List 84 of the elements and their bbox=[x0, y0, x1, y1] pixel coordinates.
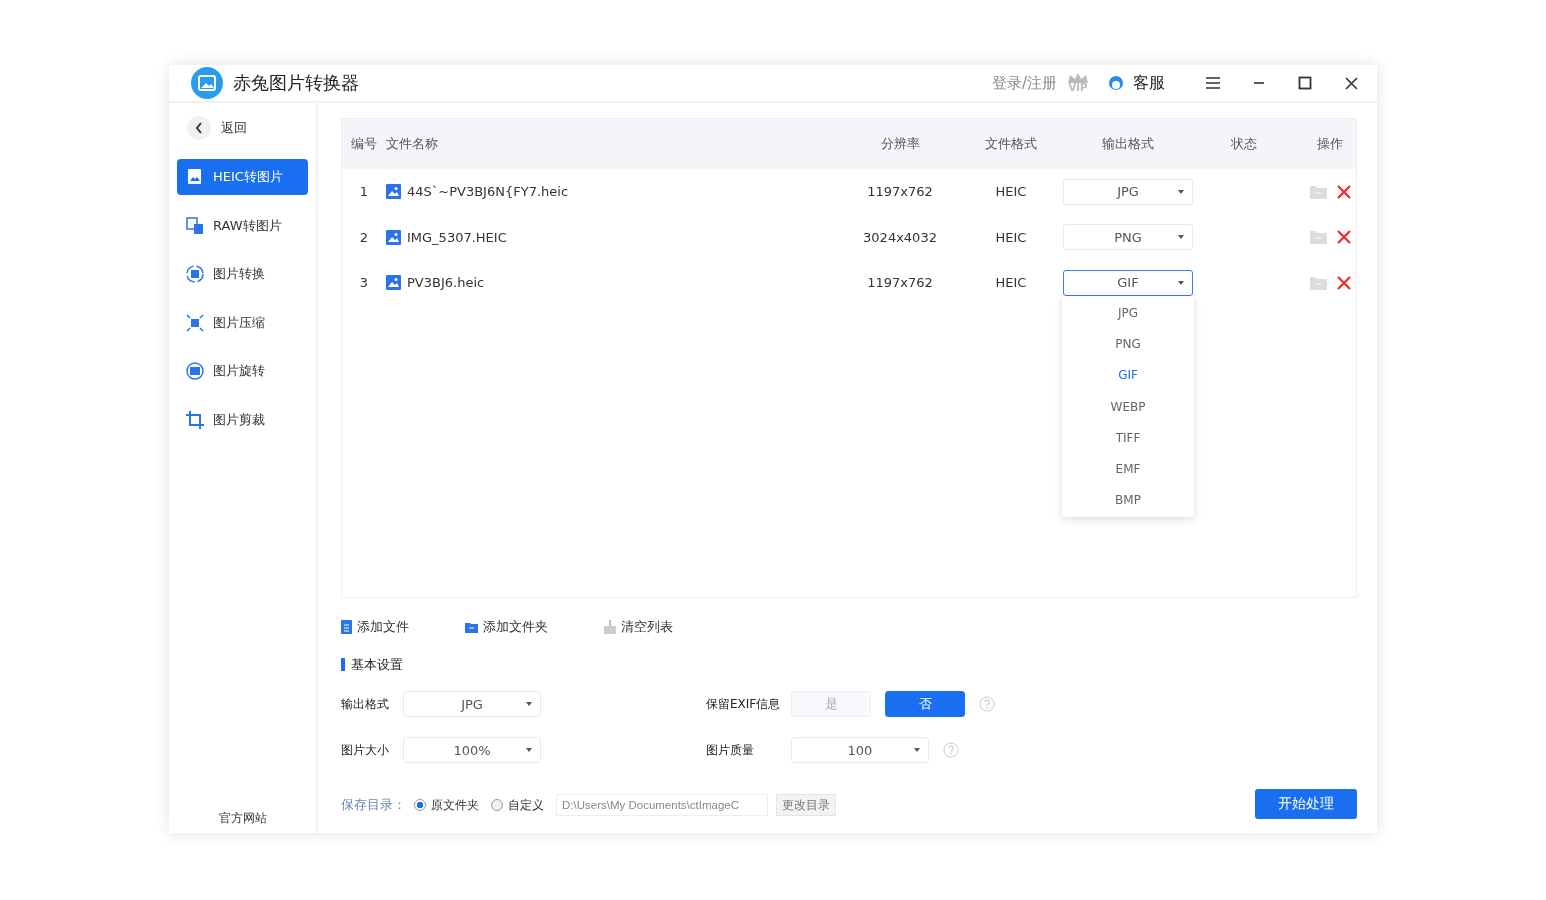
dropdown-option[interactable]: BMP bbox=[1062, 484, 1194, 517]
close-icon bbox=[1344, 76, 1358, 90]
sidebar-item[interactable]: HEIC转图片 bbox=[177, 159, 308, 195]
menu-icon bbox=[1205, 76, 1221, 90]
delete-icon[interactable] bbox=[1336, 230, 1351, 245]
sidebar-item[interactable]: 图片剪裁 bbox=[177, 401, 308, 438]
dropdown-option[interactable]: JPG bbox=[1062, 297, 1194, 329]
back-button[interactable]: 返回 bbox=[177, 115, 308, 141]
image-icon bbox=[386, 184, 401, 200]
caret-icon bbox=[914, 748, 920, 752]
chevron-left-icon bbox=[195, 122, 203, 134]
caret-icon bbox=[1178, 280, 1184, 285]
image-quality-select[interactable]: 100 bbox=[791, 737, 929, 763]
field-label: 图片大小 bbox=[341, 741, 390, 759]
image-size-select[interactable]: 100% bbox=[403, 737, 541, 763]
save-directory-label: 保存目录： bbox=[341, 796, 406, 814]
sidebar-item[interactable]: RAW转图片 bbox=[177, 207, 308, 244]
table-cell: HEIC bbox=[995, 184, 1027, 200]
field-label: 输出格式 bbox=[341, 695, 390, 713]
output-format-dropdown[interactable]: GIF bbox=[1063, 269, 1193, 296]
column-header: 操作 bbox=[1317, 135, 1343, 153]
caret-icon bbox=[1178, 189, 1184, 194]
column-header: 编号 bbox=[351, 135, 377, 153]
table-cell: HEIC bbox=[995, 229, 1027, 245]
menu-item-icon bbox=[185, 215, 205, 236]
table-cell: 2 bbox=[359, 229, 369, 245]
dropdown-option[interactable]: PNG bbox=[1062, 328, 1194, 360]
caret-icon bbox=[526, 748, 532, 752]
output-format-dropdown[interactable]: PNG bbox=[1063, 224, 1193, 251]
column-header: 分辨率 bbox=[880, 135, 920, 153]
column-header: 状态 bbox=[1231, 135, 1257, 153]
output-format-select[interactable]: JPG bbox=[403, 691, 541, 717]
caret-icon bbox=[1178, 235, 1184, 240]
menu-item-icon bbox=[185, 264, 205, 284]
dropdown-option[interactable]: GIF bbox=[1062, 359, 1194, 391]
sidebar-item[interactable]: 图片压缩 bbox=[177, 304, 308, 341]
column-header: 文件格式 bbox=[985, 135, 1037, 153]
file-name: 44S`~PV3BJ6N{FY7.heic bbox=[407, 184, 569, 200]
output-format-dropdown[interactable]: JPG bbox=[1063, 178, 1193, 205]
official-website-link[interactable]: 官方网站 bbox=[177, 810, 308, 827]
sidebar-item[interactable]: 图片旋转 bbox=[177, 353, 308, 389]
toolbar-action[interactable]: 添加文件 bbox=[341, 618, 409, 636]
radio-option[interactable]: 原文件夹 bbox=[414, 796, 479, 814]
table-cell: 3024x4032 bbox=[863, 229, 937, 245]
table-cell: HEIC bbox=[995, 275, 1027, 291]
sidebar-item[interactable]: 图片转换 bbox=[177, 256, 308, 292]
radio-button[interactable] bbox=[414, 799, 426, 811]
caret-icon bbox=[526, 702, 532, 706]
image-icon bbox=[386, 275, 401, 291]
table-cell: 1197x762 bbox=[867, 275, 933, 291]
table-cell: 1197x762 bbox=[867, 184, 933, 200]
image-icon bbox=[386, 229, 401, 245]
start-button[interactable]: 开始处理 bbox=[1255, 789, 1357, 819]
radio-option[interactable]: 自定义 bbox=[491, 796, 544, 814]
table-cell: 1 bbox=[359, 184, 369, 200]
field-label: 图片质量 bbox=[706, 741, 755, 759]
customer-service-link[interactable]: 客服 bbox=[1133, 72, 1165, 94]
change-directory-button[interactable]: 更改目录 bbox=[776, 794, 836, 816]
file-name: PV3BJ6.heic bbox=[407, 275, 485, 291]
document-icon bbox=[341, 620, 352, 634]
toolbar-action[interactable]: 清空列表 bbox=[604, 618, 673, 636]
menu-item-icon bbox=[185, 361, 205, 381]
toggle-option[interactable]: 否 bbox=[885, 691, 965, 717]
folder-icon bbox=[465, 621, 478, 633]
table-cell: 3 bbox=[359, 275, 369, 291]
file-name: IMG_5307.HEIC bbox=[407, 229, 507, 245]
delete-icon[interactable] bbox=[1336, 184, 1351, 199]
maximize-icon bbox=[1298, 76, 1312, 90]
broom-icon bbox=[604, 620, 616, 634]
menu-item-icon bbox=[185, 312, 205, 333]
dropdown-option[interactable]: EMF bbox=[1062, 453, 1194, 485]
dropdown-option[interactable]: TIFF bbox=[1062, 422, 1194, 454]
path-field[interactable]: D:\Users\My Documents\ctImageC bbox=[556, 794, 768, 816]
field-label: 保留EXIF信息 bbox=[706, 695, 782, 713]
menu-item-icon bbox=[185, 409, 205, 430]
toolbar-action[interactable]: 添加文件夹 bbox=[465, 618, 548, 636]
delete-icon[interactable] bbox=[1336, 275, 1351, 290]
radio-button[interactable] bbox=[491, 799, 503, 811]
section-title: 基本设置 bbox=[341, 658, 403, 671]
column-header: 文件名称 bbox=[386, 135, 438, 153]
window-title: 赤兔图片转换器 bbox=[233, 71, 360, 95]
login-link[interactable]: 登录/注册 bbox=[991, 73, 1057, 93]
dropdown-option[interactable]: WEBP bbox=[1062, 390, 1194, 423]
column-header: 输出格式 bbox=[1102, 135, 1154, 153]
